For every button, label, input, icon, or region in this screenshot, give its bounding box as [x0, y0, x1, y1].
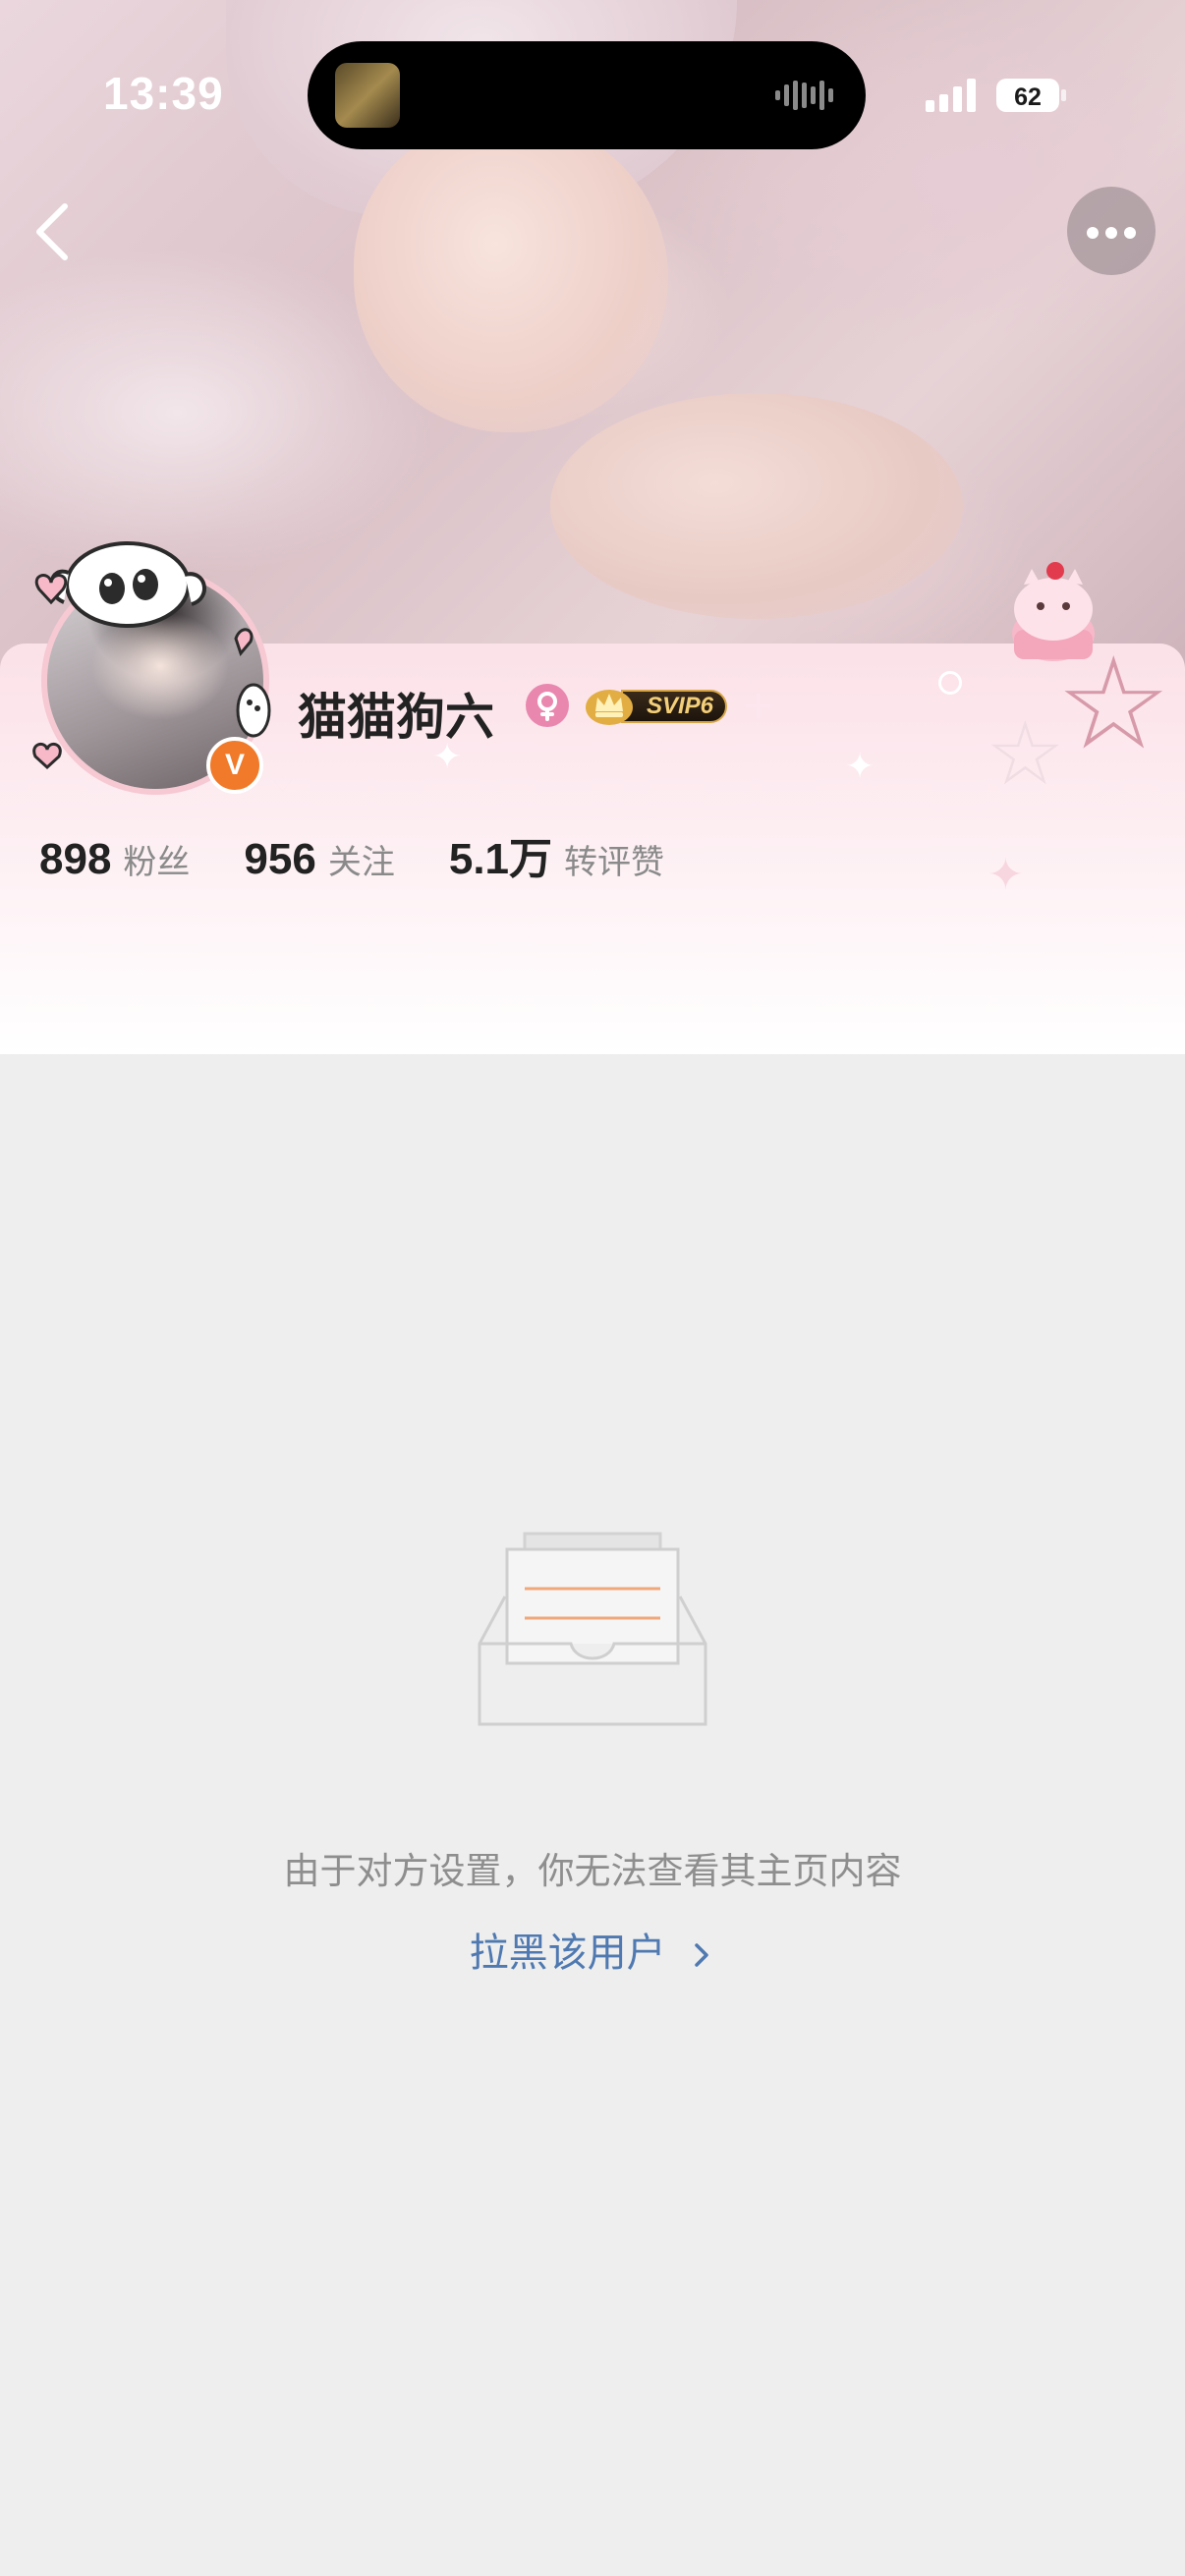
dynamic-island	[308, 41, 866, 149]
now-playing-artwork	[335, 63, 400, 128]
block-user-label: 拉黑该用户	[469, 1931, 666, 1976]
sparkle-decoration: ✦	[988, 850, 1024, 900]
profile-stats: 898 粉丝 956 关注 5.1万 转评赞	[39, 823, 718, 892]
empty-inbox-icon	[478, 1532, 707, 1726]
block-user-link[interactable]: 拉黑该用户	[0, 1921, 1185, 1978]
chevron-right-icon	[695, 1943, 709, 1967]
stat-label: 关注	[327, 843, 395, 882]
stat-followers[interactable]: 898 粉丝	[39, 835, 190, 884]
stat-value: 956	[244, 835, 316, 883]
more-button[interactable]	[1067, 187, 1156, 275]
stat-value: 5.1万	[448, 835, 553, 883]
battery-icon: 62	[996, 77, 1067, 114]
more-dots-icon	[1124, 227, 1136, 239]
chevron-left-icon[interactable]	[22, 193, 90, 271]
female-icon	[526, 684, 569, 727]
more-dots-icon	[1105, 227, 1117, 239]
crown-icon	[586, 690, 633, 725]
empty-state-message: 由于对方设置，你无法查看其主页内容	[283, 1850, 902, 1892]
heart-decoration: ♡	[639, 732, 665, 766]
circle-decoration	[938, 671, 962, 695]
cover-hand-shape	[550, 393, 963, 619]
stat-following[interactable]: 956 关注	[244, 835, 394, 884]
verified-v-icon: V	[206, 737, 263, 794]
stat-interactions[interactable]: 5.1万 转评赞	[449, 823, 664, 886]
star-decoration: ☆	[986, 702, 1065, 806]
cake-sticker-icon	[1012, 562, 1095, 661]
stat-label: 转评赞	[564, 843, 665, 882]
cover-face-shape	[354, 118, 668, 432]
sparkle-decoration: +	[742, 683, 775, 728]
vip-badge[interactable]: SVIP6	[584, 684, 731, 727]
cellular-signal-icon	[926, 79, 976, 112]
stat-label: 粉丝	[123, 843, 191, 882]
more-dots-icon	[1087, 227, 1099, 239]
status-time: 13:39	[103, 68, 224, 119]
sparkle-decoration: ✦	[845, 747, 875, 787]
audio-wave-icon	[775, 81, 833, 110]
battery-level: 62	[1014, 84, 1042, 111]
vip-badge-label: SVIP6	[646, 693, 714, 719]
stat-value: 898	[39, 835, 112, 883]
profile-name: 猫猫狗六	[298, 689, 494, 746]
